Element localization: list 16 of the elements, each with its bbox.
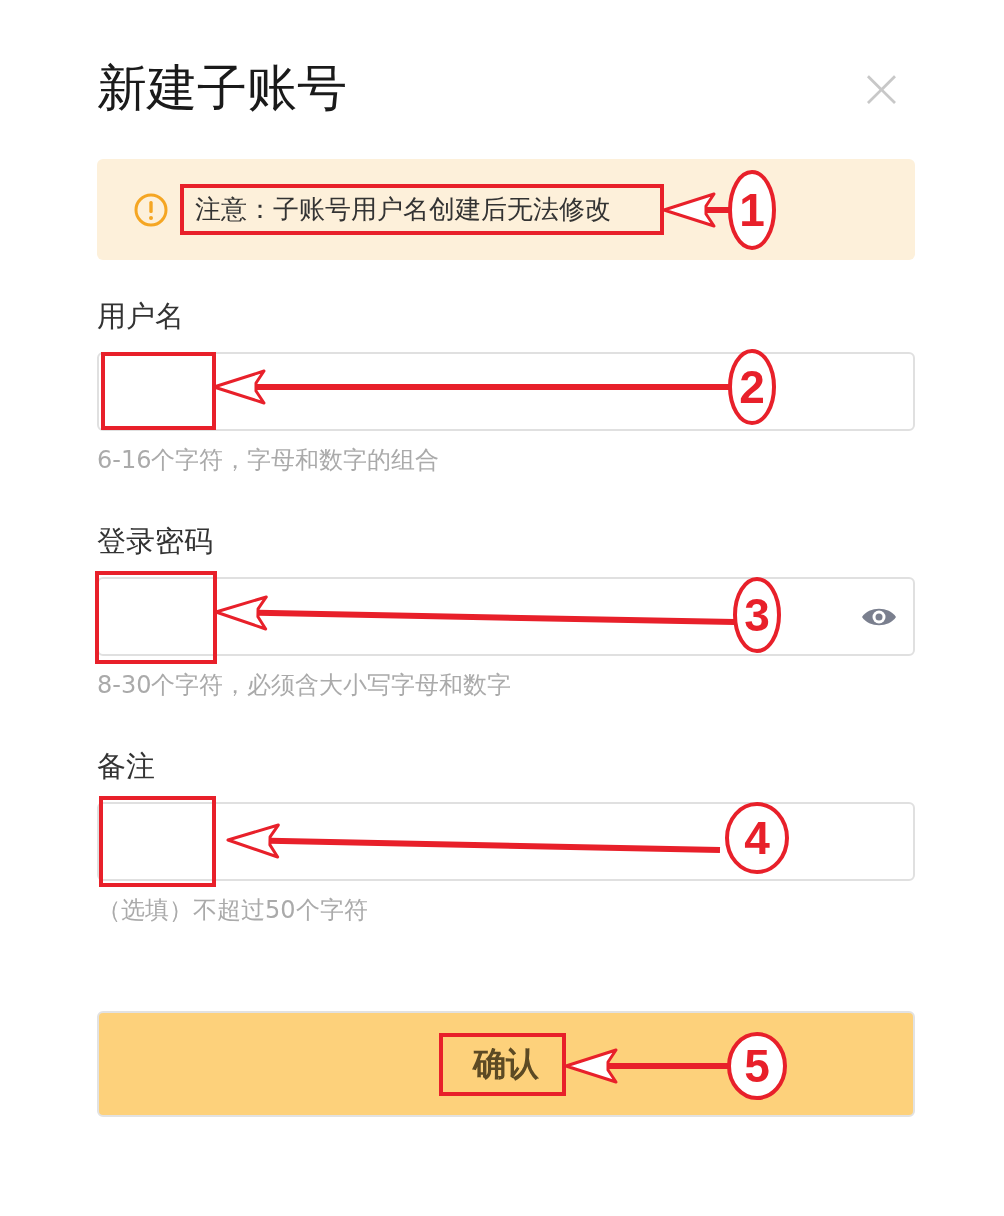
field-label: 备注 <box>97 748 156 785</box>
callout-number: 5 <box>727 1032 787 1100</box>
warning-icon <box>133 191 169 228</box>
hint-text: 6-16个字符，字母和数字的组合 <box>97 445 441 476</box>
notice-text: 注意：子账号用户名创建后无法修改 <box>195 193 611 226</box>
hint-text: 8-30个字符，必须含大小写字母和数字 <box>97 670 513 701</box>
field-label: 登录密码 <box>97 523 214 560</box>
input-field[interactable] <box>97 802 915 881</box>
callout-number: 2 <box>728 349 776 425</box>
field-label: 用户名 <box>97 298 185 335</box>
callout-number: 4 <box>725 802 789 874</box>
callout-number: 1 <box>728 170 776 250</box>
callout-number: 3 <box>733 577 781 653</box>
hint-text: （选填）不超过50个字符 <box>97 895 369 926</box>
dialog-title: 新建子账号 <box>97 57 347 119</box>
input-field[interactable] <box>97 577 915 656</box>
